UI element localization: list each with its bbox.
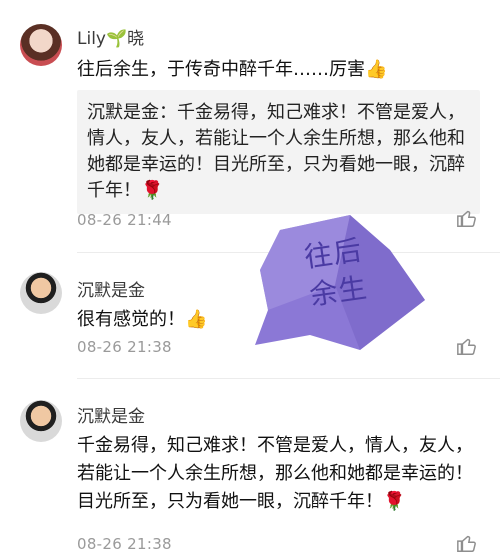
comment-time: 08-26 21:38 (77, 535, 172, 553)
like-icon[interactable] (456, 335, 478, 357)
commenter-name[interactable]: Lily🌱晓 (77, 24, 144, 49)
divider (77, 378, 500, 379)
avatar[interactable] (20, 24, 62, 66)
avatar[interactable] (20, 400, 62, 442)
commenter-name[interactable]: 沉默是金 (77, 402, 145, 427)
commenter-name[interactable]: 沉默是金 (77, 276, 145, 301)
like-icon[interactable] (456, 207, 478, 229)
quoted-reply: 沉默是金：千金易得，知己难求！不管是爱人，情人，友人，若能让一个人余生所想，那么… (77, 90, 480, 214)
comment-time: 08-26 21:44 (77, 211, 172, 229)
comment-text: 往后余生，于传奇中醉千年……厉害👍 (77, 59, 388, 80)
decorative-badge: 往后余生 (240, 215, 430, 355)
avatar[interactable] (20, 272, 62, 314)
comment-time: 08-26 21:38 (77, 338, 172, 356)
badge-text: 往后余生 (302, 233, 370, 312)
like-icon[interactable] (456, 532, 478, 554)
comment-text: 千金易得，知己难求！不管是爱人，情人，友人，若能让一个人余生所想，那么他和她都是… (77, 435, 473, 512)
